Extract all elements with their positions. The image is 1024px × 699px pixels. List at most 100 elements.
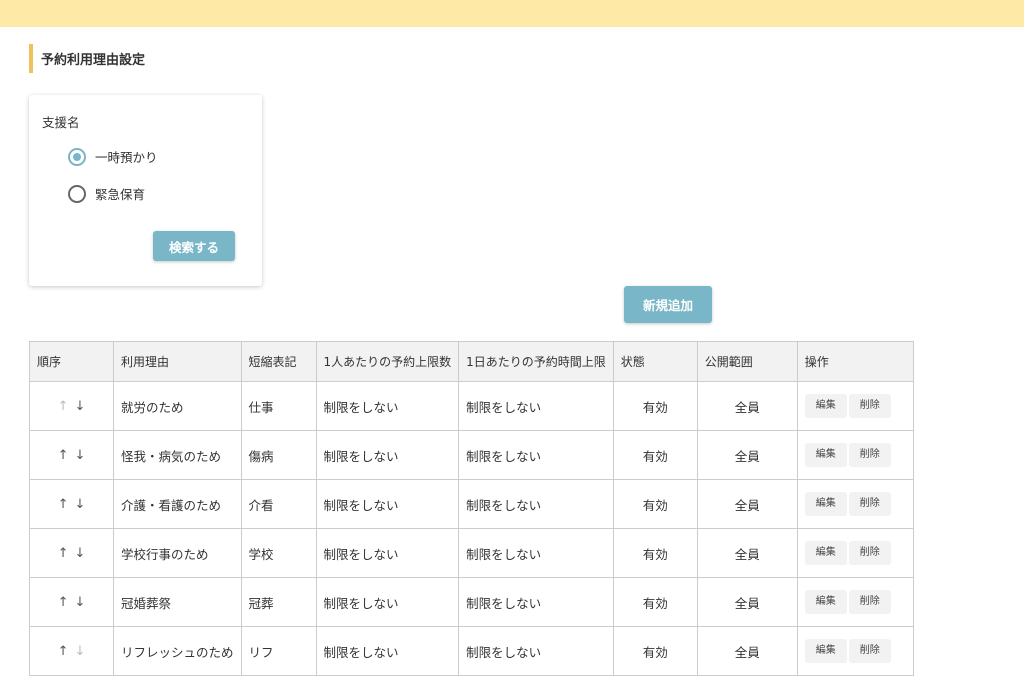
reason-cell: リフレッシュのため xyxy=(113,626,242,676)
order-cell: ↑ ↓ xyxy=(29,528,114,578)
arrow-down-icon[interactable]: ↓ xyxy=(75,546,86,561)
table-row: ↑ ↓ 学校行事のため 学校 制限をしない 制限をしない 有効 全員 編集 削除 xyxy=(29,528,914,578)
reason-cell: 怪我・病気のため xyxy=(113,430,242,480)
per-person-limit-cell: 制限をしない xyxy=(315,381,460,431)
delete-button[interactable]: 削除 xyxy=(848,590,891,614)
scope-cell: 全員 xyxy=(696,528,798,578)
top-bar xyxy=(0,0,1024,27)
short-cell: 学校 xyxy=(240,528,317,578)
status-cell: 有効 xyxy=(612,381,698,431)
header-per-person-limit: 1人あたりの予約上限数 xyxy=(315,341,460,382)
header-per-day-limit: 1日あたりの予約時間上限 xyxy=(458,341,614,382)
arrow-up-icon[interactable]: ↑ xyxy=(58,595,69,610)
scope-cell: 全員 xyxy=(696,479,798,529)
per-day-limit-cell: 制限をしない xyxy=(458,528,614,578)
operations-cell: 編集 削除 xyxy=(796,528,914,578)
header-reason: 利用理由 xyxy=(113,341,242,382)
header-scope: 公開範囲 xyxy=(696,341,798,382)
per-person-limit-cell: 制限をしない xyxy=(315,577,460,627)
edit-button[interactable]: 編集 xyxy=(804,443,847,467)
arrow-up-icon[interactable]: ↑ xyxy=(58,546,69,561)
radio-checked-icon[interactable] xyxy=(68,147,86,166)
order-cell: ↑ ↓ xyxy=(29,430,114,480)
table-header-row: 順序 利用理由 短縮表記 1人あたりの予約上限数 1日あたりの予約時間上限 状態… xyxy=(29,341,914,382)
radio-option-label: 緊急保育 xyxy=(95,187,146,202)
radio-option-label: 一時預かり xyxy=(95,150,158,165)
per-person-limit-cell: 制限をしない xyxy=(315,626,460,676)
delete-button[interactable]: 削除 xyxy=(848,541,891,565)
search-panel: 支援名 一時預かり 緊急保育 検索する xyxy=(29,95,262,286)
reason-cell: 就労のため xyxy=(113,381,242,431)
short-cell: 冠葬 xyxy=(240,577,317,627)
table-row: ↑ ↓ 怪我・病気のため 傷病 制限をしない 制限をしない 有効 全員 編集 削除 xyxy=(29,430,914,480)
order-cell: ↑ ↓ xyxy=(29,381,114,431)
reason-cell: 介護・看護のため xyxy=(113,479,242,529)
scope-cell: 全員 xyxy=(696,577,798,627)
arrow-down-icon[interactable]: ↓ xyxy=(75,497,86,512)
arrow-down-icon[interactable]: ↓ xyxy=(75,399,86,414)
page-title: 予約利用理由設定 xyxy=(29,44,145,73)
arrow-up-icon[interactable]: ↑ xyxy=(58,497,69,512)
reason-cell: 冠婚葬祭 xyxy=(113,577,242,627)
scope-cell: 全員 xyxy=(696,430,798,480)
edit-button[interactable]: 編集 xyxy=(804,541,847,565)
table-row: ↑ ↓ リフレッシュのため リフ 制限をしない 制限をしない 有効 全員 編集 削除 xyxy=(29,626,914,676)
short-cell: 仕事 xyxy=(240,381,317,431)
order-cell: ↑ ↓ xyxy=(29,479,114,529)
support-name-label: 支援名 xyxy=(42,115,80,130)
radio-unchecked-icon[interactable] xyxy=(68,184,86,203)
search-button[interactable]: 検索する xyxy=(153,231,235,261)
per-person-limit-cell: 制限をしない xyxy=(315,430,460,480)
scope-cell: 全員 xyxy=(696,626,798,676)
operations-cell: 編集 削除 xyxy=(796,381,914,431)
per-day-limit-cell: 制限をしない xyxy=(458,626,614,676)
status-cell: 有効 xyxy=(612,577,698,627)
per-day-limit-cell: 制限をしない xyxy=(458,577,614,627)
header-short: 短縮表記 xyxy=(240,341,317,382)
reason-cell: 学校行事のため xyxy=(113,528,242,578)
delete-button[interactable]: 削除 xyxy=(848,443,891,467)
delete-button[interactable]: 削除 xyxy=(848,639,891,663)
delete-button[interactable]: 削除 xyxy=(848,492,891,516)
order-cell: ↑ ↓ xyxy=(29,626,114,676)
edit-button[interactable]: 編集 xyxy=(804,590,847,614)
short-cell: 介看 xyxy=(240,479,317,529)
operations-cell: 編集 削除 xyxy=(796,577,914,627)
status-cell: 有効 xyxy=(612,479,698,529)
edit-button[interactable]: 編集 xyxy=(804,639,847,663)
status-cell: 有効 xyxy=(612,430,698,480)
arrow-up-icon[interactable]: ↑ xyxy=(58,644,69,659)
status-cell: 有効 xyxy=(612,528,698,578)
reason-table: 順序 利用理由 短縮表記 1人あたりの予約上限数 1日あたりの予約時間上限 状態… xyxy=(29,341,914,676)
scope-cell: 全員 xyxy=(696,381,798,431)
delete-button[interactable]: 削除 xyxy=(848,394,891,418)
operations-cell: 編集 削除 xyxy=(796,430,914,480)
edit-button[interactable]: 編集 xyxy=(804,492,847,516)
short-cell: リフ xyxy=(240,626,317,676)
radio-option-temporary-care[interactable]: 一時預かり xyxy=(68,147,158,166)
header-operations: 操作 xyxy=(796,341,914,382)
per-day-limit-cell: 制限をしない xyxy=(458,381,614,431)
per-day-limit-cell: 制限をしない xyxy=(458,479,614,529)
table-row: ↑ ↓ 冠婚葬祭 冠葬 制限をしない 制限をしない 有効 全員 編集 削除 xyxy=(29,577,914,627)
add-new-button[interactable]: 新規追加 xyxy=(624,286,712,323)
arrow-down-icon[interactable]: ↓ xyxy=(75,595,86,610)
per-person-limit-cell: 制限をしない xyxy=(315,479,460,529)
page-title-text: 予約利用理由設定 xyxy=(41,53,146,68)
arrow-down-icon: ↓ xyxy=(74,644,86,659)
arrow-up-icon: ↑ xyxy=(57,399,69,414)
per-person-limit-cell: 制限をしない xyxy=(315,528,460,578)
order-cell: ↑ ↓ xyxy=(29,577,114,627)
operations-cell: 編集 削除 xyxy=(796,626,914,676)
operations-cell: 編集 削除 xyxy=(796,479,914,529)
header-status: 状態 xyxy=(612,341,698,382)
arrow-down-icon[interactable]: ↓ xyxy=(75,448,86,463)
table-row: ↑ ↓ 介護・看護のため 介看 制限をしない 制限をしない 有効 全員 編集 削除 xyxy=(29,479,914,529)
header-order: 順序 xyxy=(29,341,114,382)
per-day-limit-cell: 制限をしない xyxy=(458,430,614,480)
edit-button[interactable]: 編集 xyxy=(804,394,847,418)
radio-option-emergency-care[interactable]: 緊急保育 xyxy=(68,184,145,203)
arrow-up-icon[interactable]: ↑ xyxy=(58,448,69,463)
short-cell: 傷病 xyxy=(240,430,317,480)
table-row: ↑ ↓ 就労のため 仕事 制限をしない 制限をしない 有効 全員 編集 削除 xyxy=(29,381,914,431)
